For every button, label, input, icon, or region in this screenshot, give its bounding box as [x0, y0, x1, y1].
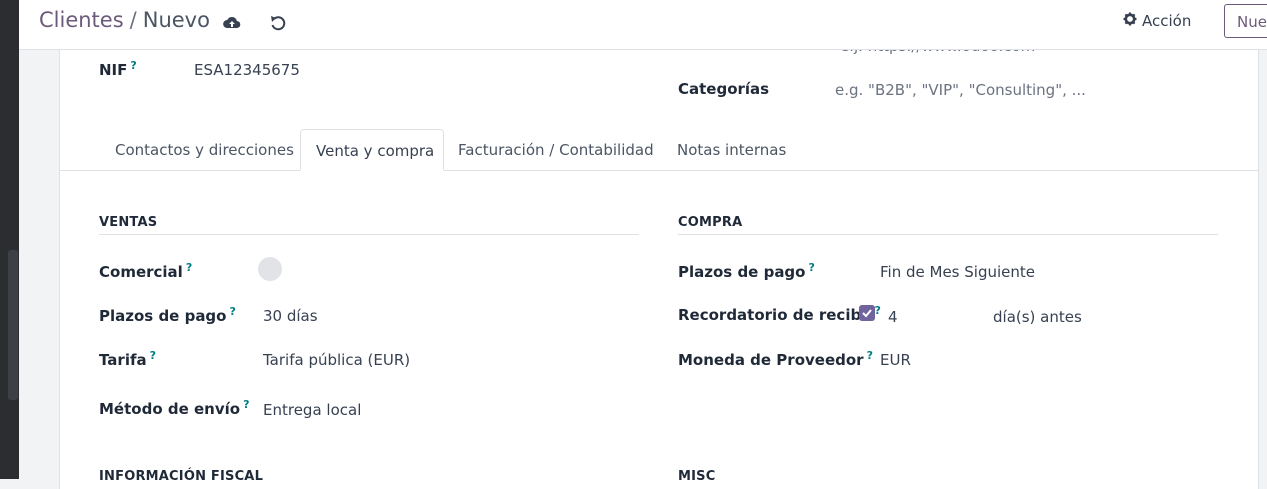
compra-plazos-label: Plazos de pago? [678, 261, 815, 281]
help-tooltip-icon[interactable]: ? [186, 261, 192, 274]
metodo-envio-label: Método de envío? [99, 398, 249, 418]
recordatorio-suffix: día(s) antes [993, 308, 1082, 326]
new-button[interactable]: Nue [1224, 4, 1267, 38]
undo-icon[interactable] [268, 13, 290, 35]
help-tooltip-icon[interactable]: ? [875, 304, 881, 317]
ventas-section-title: VENTAS [99, 215, 158, 230]
tarifa-label-text: Tarifa [99, 351, 147, 369]
comercial-label: Comercial? [99, 261, 192, 281]
compra-section-title: COMPRA [678, 215, 743, 230]
ventas-plazos-label-text: Plazos de pago [99, 307, 227, 325]
metodo-envio-label-text: Método de envío [99, 400, 241, 418]
notebook-tabs: Contactos y direcciones Venta y compra F… [60, 129, 1258, 171]
scrollbar[interactable] [8, 250, 18, 400]
breadcrumb-clientes[interactable]: Clientes [39, 8, 124, 32]
moneda-proveedor-select[interactable]: EUR [880, 351, 911, 369]
fiscal-section-title: INFORMACIÓN FISCAL [99, 469, 264, 484]
gear-icon [1123, 12, 1137, 30]
nif-label-text: NIF [99, 61, 128, 79]
compra-plazos-label-text: Plazos de pago [678, 263, 806, 281]
recordatorio-label-text: Recordatorio de recibo [678, 306, 872, 324]
form-sheet: e.j. https://www.odoo.com NIF? ESA123456… [59, 37, 1259, 489]
nif-label: NIF? [99, 59, 137, 79]
categories-label: Categorías [678, 80, 770, 98]
salesperson-avatar[interactable] [258, 257, 282, 281]
tab-notas-internas[interactable]: Notas internas [677, 129, 786, 170]
help-tooltip-icon[interactable]: ? [130, 59, 136, 72]
recordatorio-days-input[interactable]: 4 [888, 308, 898, 326]
metodo-envio-select[interactable]: Entrega local [263, 401, 361, 419]
tab-contactos[interactable]: Contactos y direcciones [115, 129, 294, 170]
cloud-upload-icon[interactable] [222, 13, 244, 35]
tarifa-label: Tarifa? [99, 349, 156, 369]
nif-input[interactable]: ESA12345675 [194, 61, 300, 79]
action-menu-button[interactable]: Acción [1123, 12, 1191, 30]
help-tooltip-icon[interactable]: ? [229, 305, 235, 318]
control-panel: Clientes / Nuevo Acción Nue [19, 0, 1267, 50]
ventas-plazos-label: Plazos de pago? [99, 305, 236, 325]
tab-venta-compra[interactable]: Venta y compra [300, 129, 444, 171]
ventas-divider [99, 234, 639, 235]
recordatorio-checkbox[interactable] [859, 305, 875, 321]
help-tooltip-icon[interactable]: ? [243, 398, 249, 411]
tab-facturacion[interactable]: Facturación / Contabilidad [458, 129, 654, 170]
breadcrumb-separator: / [129, 8, 137, 32]
breadcrumb: Clientes / Nuevo [39, 8, 210, 32]
recordatorio-label: Recordatorio de recibo? [678, 304, 881, 324]
help-tooltip-icon[interactable]: ? [867, 349, 873, 362]
compra-plazos-select[interactable]: Fin de Mes Siguiente [880, 263, 1035, 281]
moneda-proveedor-label: Moneda de Proveedor? [678, 349, 873, 369]
tarifa-select[interactable]: Tarifa pública (EUR) [263, 351, 410, 369]
check-icon [862, 309, 872, 318]
moneda-proveedor-label-text: Moneda de Proveedor [678, 351, 864, 369]
ventas-plazos-select[interactable]: 30 días [263, 307, 318, 325]
categories-input[interactable]: e.g. "B2B", "VIP", "Consulting", ... [835, 81, 1086, 99]
compra-divider [678, 234, 1218, 235]
window-edge [0, 0, 19, 479]
misc-section-title: MISC [678, 469, 716, 484]
breadcrumb-current: Nuevo [142, 8, 210, 32]
action-label: Acción [1142, 12, 1192, 30]
help-tooltip-icon[interactable]: ? [150, 349, 156, 362]
help-tooltip-icon[interactable]: ? [808, 261, 814, 274]
comercial-label-text: Comercial [99, 263, 183, 281]
